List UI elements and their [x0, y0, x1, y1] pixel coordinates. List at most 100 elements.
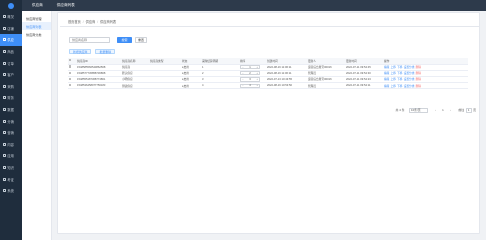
subnav-item-0[interactable]: 供应商管理: [22, 14, 51, 22]
top-bar: 供应商 供应商列表: [22, 0, 486, 11]
edit-link[interactable]: 编辑: [384, 85, 389, 88]
action-bar: 新增供应商 批量删除: [69, 49, 119, 54]
sidebar-item-1[interactable]: 店铺: [0, 23, 22, 35]
goto-suffix: 页: [473, 108, 476, 113]
menu-icon: [3, 108, 6, 112]
supplier-name-input[interactable]: [69, 37, 110, 43]
subnav-item-2[interactable]: 供应商分类: [22, 30, 51, 38]
sidebar-item-label: 应用: [7, 154, 14, 159]
add-supplier-button[interactable]: 新增供应商: [69, 49, 92, 54]
minus-icon[interactable]: −: [242, 72, 244, 75]
menu-icon: [3, 154, 6, 158]
set-category-link[interactable]: 设置分类: [404, 66, 415, 69]
sort-value[interactable]: 1: [249, 66, 251, 69]
sort-value[interactable]: 4: [249, 84, 251, 87]
breadcrumb-supplier[interactable]: 供应商: [86, 19, 96, 24]
plus-icon[interactable]: +: [256, 72, 258, 75]
sort-value[interactable]: 3: [249, 78, 251, 81]
menu-icon: [3, 166, 6, 170]
delete-link[interactable]: 删除: [416, 78, 421, 81]
sidebar-item-0[interactable]: 概况: [0, 11, 22, 23]
edit-link[interactable]: 编辑: [384, 66, 389, 69]
sidebar-item-label: 知识: [7, 166, 14, 171]
cell-name: 测试供应: [121, 82, 149, 90]
row-checkbox[interactable]: [69, 71, 72, 74]
search-button[interactable]: 搜索: [117, 37, 132, 43]
sidebar-item-5[interactable]: 客户: [0, 69, 22, 81]
plus-icon[interactable]: +: [256, 78, 258, 81]
sort-stepper[interactable]: − 3 +: [240, 77, 260, 82]
sidebar-item-3[interactable]: 商品: [0, 46, 22, 58]
breadcrumb-home[interactable]: 首页首页: [68, 19, 81, 24]
sort-stepper[interactable]: − 4 +: [240, 83, 260, 88]
move-up-link[interactable]: 上移: [391, 72, 396, 75]
sidebar-item-4[interactable]: 订单: [0, 57, 22, 69]
sidebar-item-label: 概况: [7, 15, 14, 20]
sub-nav: 供应商管理 供应商列表 供应商分类: [22, 11, 52, 240]
set-category-link[interactable]: 设置分类: [404, 72, 415, 75]
sidebar-item-10[interactable]: 营销: [0, 127, 22, 139]
sidebar-item-9[interactable]: 分销: [0, 115, 22, 127]
sidebar-item-2[interactable]: 供应: [0, 34, 22, 46]
row-checkbox[interactable]: [69, 65, 72, 68]
cell-updater: 管理员: [307, 82, 345, 90]
sidebar-item-14[interactable]: 考证: [0, 173, 22, 185]
row-checkbox[interactable]: [69, 77, 72, 81]
sidebar-item-label: 财务: [7, 96, 14, 101]
select-all-checkbox[interactable]: [69, 59, 72, 62]
sidebar-item-6[interactable]: 采购: [0, 81, 22, 93]
sidebar-item-label: 分销: [7, 119, 14, 124]
sort-value[interactable]: 2: [249, 72, 251, 75]
sort-stepper[interactable]: − 2 +: [240, 71, 260, 76]
move-down-link[interactable]: 下移: [397, 72, 402, 75]
set-category-link[interactable]: 设置分类: [404, 85, 415, 88]
menu-icon: [3, 96, 6, 100]
edit-link[interactable]: 编辑: [384, 72, 389, 75]
move-up-link[interactable]: 上移: [391, 66, 396, 69]
move-down-link[interactable]: 下移: [397, 85, 402, 88]
subnav-item-1[interactable]: 供应商列表: [22, 22, 51, 30]
sidebar-item-label: 系统: [7, 189, 14, 194]
page-number[interactable]: 1: [441, 108, 446, 113]
move-down-link[interactable]: 下移: [397, 78, 402, 81]
sort-stepper[interactable]: − 1 +: [240, 65, 260, 70]
cell-type: [149, 82, 181, 90]
sidebar-item-label: 店铺: [7, 26, 14, 31]
sidebar-item-7[interactable]: 财务: [0, 92, 22, 104]
plus-icon[interactable]: +: [256, 66, 258, 69]
delete-link[interactable]: 删除: [416, 85, 421, 88]
reset-button[interactable]: 重置: [135, 37, 147, 43]
batch-delete-button[interactable]: 批量删除: [95, 49, 116, 54]
next-page-button[interactable]: ›: [448, 108, 453, 113]
minus-icon[interactable]: −: [242, 78, 244, 81]
cell-status: ●启用: [181, 82, 201, 90]
sidebar-item-8[interactable]: 数据: [0, 104, 22, 116]
minus-icon[interactable]: −: [242, 84, 244, 87]
goto-page-input[interactable]: 1: [465, 108, 472, 113]
move-down-link[interactable]: 下移: [397, 66, 402, 69]
sidebar-item-label: 内容: [7, 142, 14, 147]
minus-icon[interactable]: −: [242, 66, 244, 69]
total-count: 共 4 条: [395, 108, 405, 113]
move-up-link[interactable]: 上移: [391, 85, 396, 88]
move-up-link[interactable]: 上移: [391, 78, 396, 81]
delete-link[interactable]: 删除: [416, 66, 421, 69]
edit-link[interactable]: 编辑: [384, 78, 389, 81]
pagination: 共 4 条 10条/页 ‹ 1 › 前往 1 页: [396, 108, 476, 113]
sidebar-item-13[interactable]: 知识: [0, 162, 22, 174]
prev-page-button[interactable]: ‹: [433, 108, 438, 113]
set-category-link[interactable]: 设置分类: [404, 78, 415, 81]
main-sidebar: 概况店铺供应 商品 订单客户采购财务数据分销营销内容应用知识考证系统: [0, 0, 22, 240]
sidebar-item-15[interactable]: 系统: [0, 185, 22, 197]
header-divider: [60, 26, 479, 27]
top-tab-supplier-list[interactable]: 供应商列表: [57, 3, 75, 8]
plus-icon[interactable]: +: [256, 84, 258, 87]
sidebar-item-11[interactable]: 内容: [0, 139, 22, 151]
page-size-select[interactable]: 10条/页: [408, 108, 428, 113]
top-title[interactable]: 供应商: [32, 3, 43, 8]
row-select-cell[interactable]: [68, 82, 76, 90]
sidebar-item-12[interactable]: 应用: [0, 150, 22, 162]
delete-link[interactable]: 删除: [416, 72, 421, 75]
sidebar-item-label: 客户: [7, 73, 14, 78]
row-checkbox[interactable]: [69, 83, 72, 87]
